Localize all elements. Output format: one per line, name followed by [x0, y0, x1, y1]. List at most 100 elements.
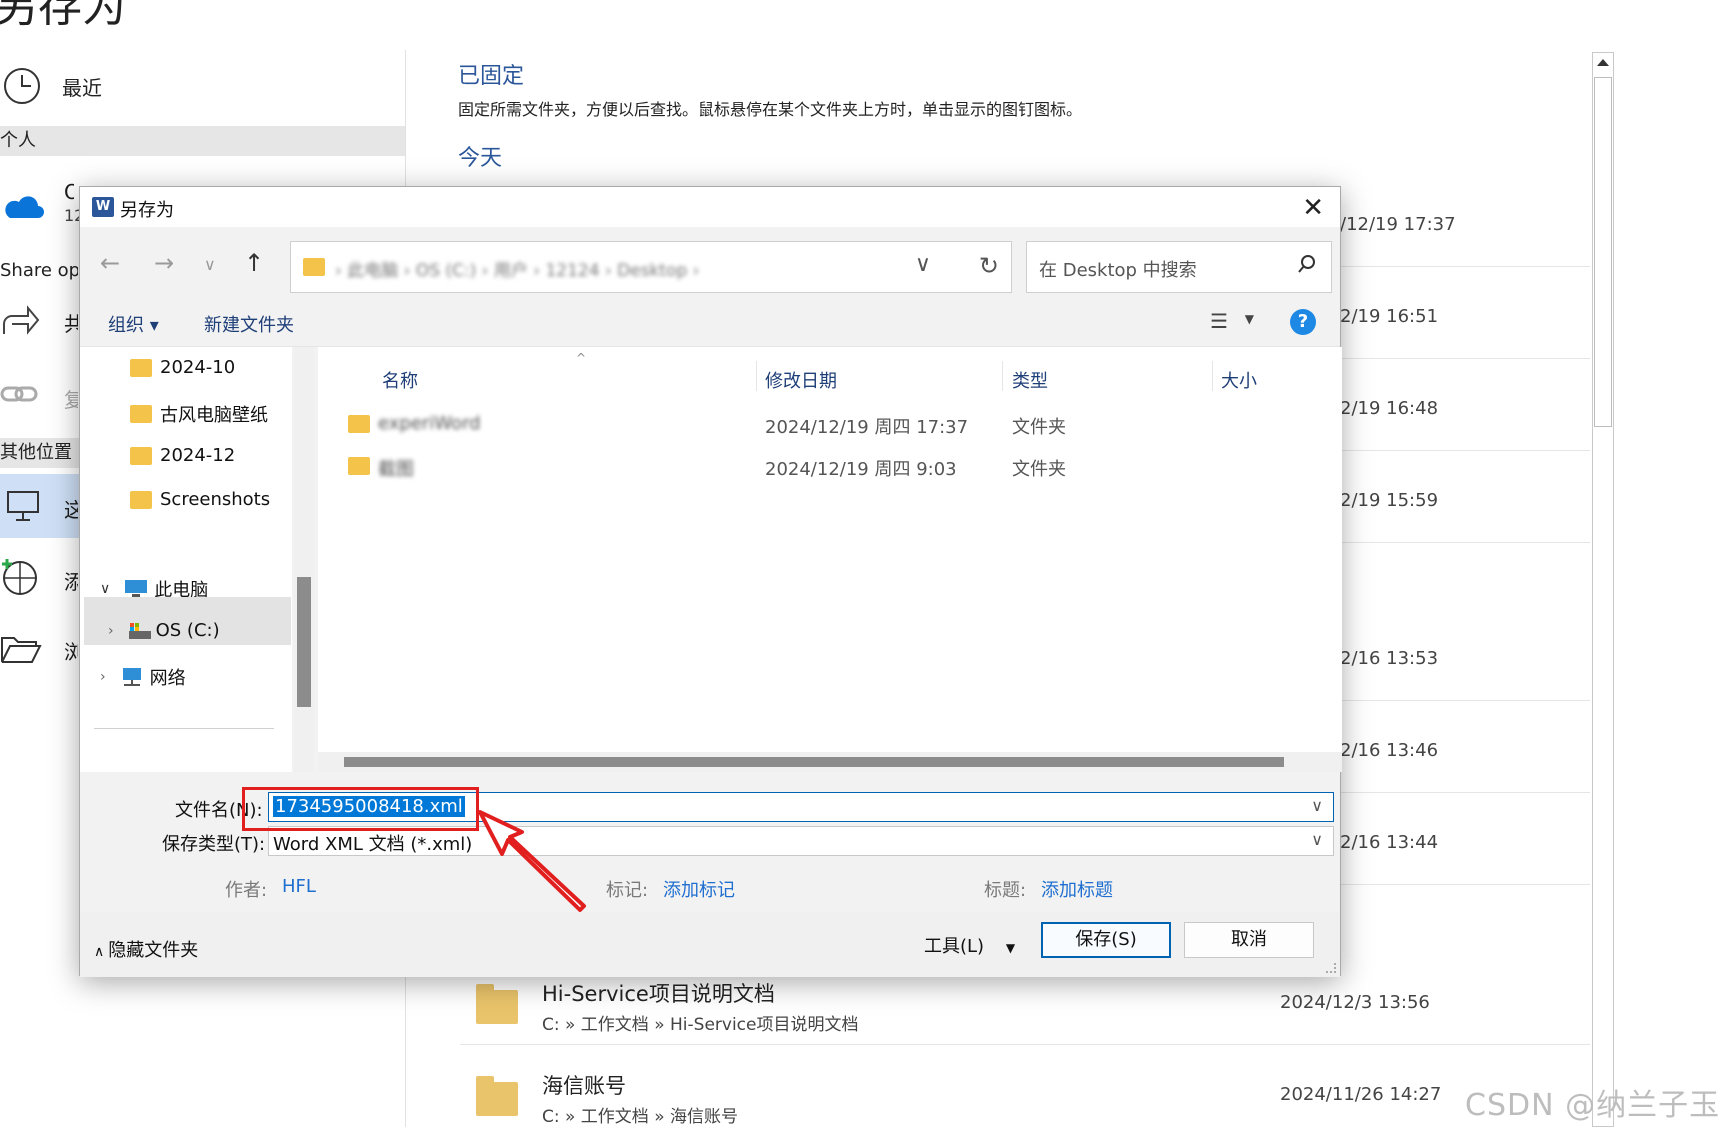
column-header-modified[interactable]: 修改日期 — [765, 367, 837, 393]
cancel-button[interactable]: 取消 — [1184, 922, 1314, 958]
file-list: ^ 名称 修改日期 类型 大小 experiWord 2024/12/19 周四… — [318, 347, 1342, 772]
column-header-type[interactable]: 类型 — [1012, 367, 1048, 393]
navigation-tree: 2024-10 古风电脑壁纸 2024-12 Screenshots ∨ 此电脑… — [80, 347, 292, 772]
organize-button[interactable]: 组织 ▾ — [108, 311, 159, 337]
nav-browse-label[interactable]: 浏览 — [64, 636, 78, 665]
help-icon[interactable]: ? — [1290, 309, 1316, 335]
tree-separator — [94, 728, 274, 729]
folder-icon — [303, 258, 325, 276]
scrollbar-thumb[interactable] — [1594, 77, 1612, 427]
address-dropdown-icon[interactable]: ∨ — [915, 252, 931, 277]
chevron-right-icon[interactable]: › — [108, 623, 114, 639]
folder-icon — [348, 457, 370, 475]
today-heading: 今天 — [458, 146, 503, 171]
address-bar[interactable]: › 此电脑 › OS (C:) › 用户 › 12124 › Desktop ›… — [290, 241, 1012, 293]
scroll-up-arrow-icon[interactable] — [1597, 59, 1609, 66]
recent-timestamp: 2/16 13:46 — [1340, 740, 1439, 761]
add-tags-link[interactable]: 添加标记 — [663, 876, 735, 902]
tree-item-label: Screenshots — [160, 489, 271, 510]
resize-grip-icon[interactable] — [1326, 963, 1336, 973]
nav-add-place-label[interactable]: 添加位置 — [64, 566, 78, 595]
recent-item-path: C: » 工作文档 » Hi-Service项目说明文档 — [542, 1015, 859, 1035]
file-row[interactable]: 截图 2024/12/19 周四 9:03 文件夹 — [318, 449, 1342, 485]
search-input[interactable]: 在 Desktop 中搜索 — [1039, 256, 1197, 282]
chevron-right-icon[interactable]: › — [100, 669, 106, 685]
tree-item-os-c[interactable]: › OS (C:) — [108, 620, 220, 641]
screen: { "background": { "title": "另存为", "nav":… — [0, 0, 1723, 1127]
up-arrow-icon[interactable]: ↑ — [244, 249, 264, 277]
tree-item[interactable]: 古风电脑壁纸 — [130, 401, 268, 427]
file-date: 2024/12/19 周四 9:03 — [765, 459, 957, 480]
search-box[interactable]: 在 Desktop 中搜索 — [1026, 241, 1332, 293]
backstage-nav: 最近 — [0, 56, 405, 116]
nav-onedrive-label: OneDrive - 个人 — [64, 180, 74, 204]
scrollbar-thumb[interactable] — [344, 757, 1284, 767]
save-button[interactable]: 保存(S) — [1041, 922, 1171, 958]
chevron-down-icon[interactable]: ∨ — [1311, 796, 1323, 815]
backstage-title: 另存为 — [0, 0, 126, 32]
tree-item[interactable]: Screenshots — [130, 489, 270, 510]
tree-scrollbar[interactable] — [294, 347, 314, 772]
add-title-link[interactable]: 添加标题 — [1041, 876, 1113, 902]
recent-timestamp: 2/19 16:51 — [1340, 306, 1439, 327]
tree-item-label: 2024-10 — [160, 357, 236, 378]
column-header-size[interactable]: 大小 — [1221, 367, 1257, 393]
file-list-hscrollbar[interactable] — [318, 752, 1342, 772]
breadcrumb[interactable]: › 此电脑 › OS (C:) › 用户 › 12124 › Desktop › — [335, 256, 699, 281]
chevron-down-icon[interactable]: ∨ — [100, 581, 110, 597]
scrollbar-thumb[interactable] — [297, 577, 311, 707]
view-list-icon[interactable]: ☰ — [1210, 309, 1228, 333]
new-folder-button[interactable]: 新建文件夹 — [204, 311, 294, 337]
folder-icon — [476, 1076, 518, 1116]
recent-timestamp: /12/19 17:37 — [1340, 214, 1456, 235]
file-row[interactable]: experiWord 2024/12/19 周四 17:37 文件夹 — [318, 407, 1342, 443]
nav-this-pc[interactable]: 这台电脑 — [0, 474, 80, 538]
folder-icon — [130, 358, 152, 377]
dialog-footer: ∧ 隐藏文件夹 工具(L) ▼ 保存(S) 取消 — [80, 912, 1340, 977]
tree-item[interactable]: 2024-10 — [130, 357, 235, 378]
recent-locations-chevron-icon[interactable]: ∨ — [204, 255, 216, 274]
file-type: 文件夹 — [1012, 417, 1066, 438]
folder-icon — [130, 446, 152, 465]
nav-this-pc-label: 这台电脑 — [64, 498, 78, 522]
recent-timestamp: 2/19 15:59 — [1340, 490, 1439, 511]
globe-add-icon — [0, 556, 40, 596]
dialog-titlebar[interactable]: W 另存为 ✕ — [80, 187, 1340, 227]
file-name: 截图 — [378, 459, 414, 480]
word-icon: W — [92, 197, 114, 217]
back-arrow-icon[interactable]: ← — [100, 249, 120, 277]
view-dropdown-icon[interactable]: ▼ — [1245, 312, 1254, 326]
forward-arrow-icon[interactable]: → — [154, 249, 174, 277]
author-value[interactable]: HFL — [282, 876, 316, 897]
backstage-scrollbar[interactable] — [1592, 52, 1614, 1127]
column-header-name[interactable]: 名称 — [382, 367, 418, 393]
column-separator[interactable] — [1212, 361, 1213, 391]
save-as-dialog: W 另存为 ✕ ← → ∨ ↑ › 此电脑 › OS (C:) › 用户 › 1… — [79, 186, 1342, 977]
column-separator[interactable] — [756, 361, 757, 391]
nav-recent-label: 最近 — [62, 75, 102, 100]
tree-item-network[interactable]: › 网络 — [100, 664, 186, 690]
file-date: 2024/12/19 周四 17:37 — [765, 417, 969, 438]
close-button[interactable]: ✕ — [1302, 193, 1324, 223]
recent-item[interactable]: 海信账号 C: » 工作文档 » 海信账号 2024/11/26 14:27 — [460, 1062, 1590, 1127]
filetype-value: Word XML 文档 (*.xml) — [273, 834, 473, 855]
recent-item[interactable]: Hi-Service项目说明文档 C: » 工作文档 » Hi-Service项… — [460, 970, 1590, 1044]
nav-section-personal: 个人 — [0, 126, 405, 156]
hide-folders-button[interactable]: ∧ 隐藏文件夹 — [94, 936, 198, 962]
recent-item-name: Hi-Service项目说明文档 — [542, 982, 775, 1006]
filetype-label: 保存类型(T): — [162, 834, 266, 855]
tree-item[interactable]: 2024-12 — [130, 445, 235, 466]
nav-recent[interactable]: 最近 — [0, 56, 405, 116]
tools-button[interactable]: 工具(L) ▼ — [924, 932, 1015, 958]
computer-icon — [7, 491, 39, 521]
recent-timestamp: 2/16 13:44 — [1340, 832, 1439, 853]
nav-copy-link-label[interactable]: 复制链接 — [64, 384, 78, 413]
column-separator[interactable] — [1002, 361, 1003, 391]
tags-label: 标记: — [606, 880, 649, 901]
chevron-down-icon[interactable]: ∨ — [1311, 830, 1323, 849]
refresh-icon[interactable]: ↻ — [979, 252, 999, 280]
nav-share-label[interactable]: 共享 — [64, 308, 78, 337]
nav-onedrive[interactable] — [0, 178, 70, 228]
folder-icon — [476, 984, 518, 1024]
annotation-arrow-icon — [478, 810, 586, 912]
